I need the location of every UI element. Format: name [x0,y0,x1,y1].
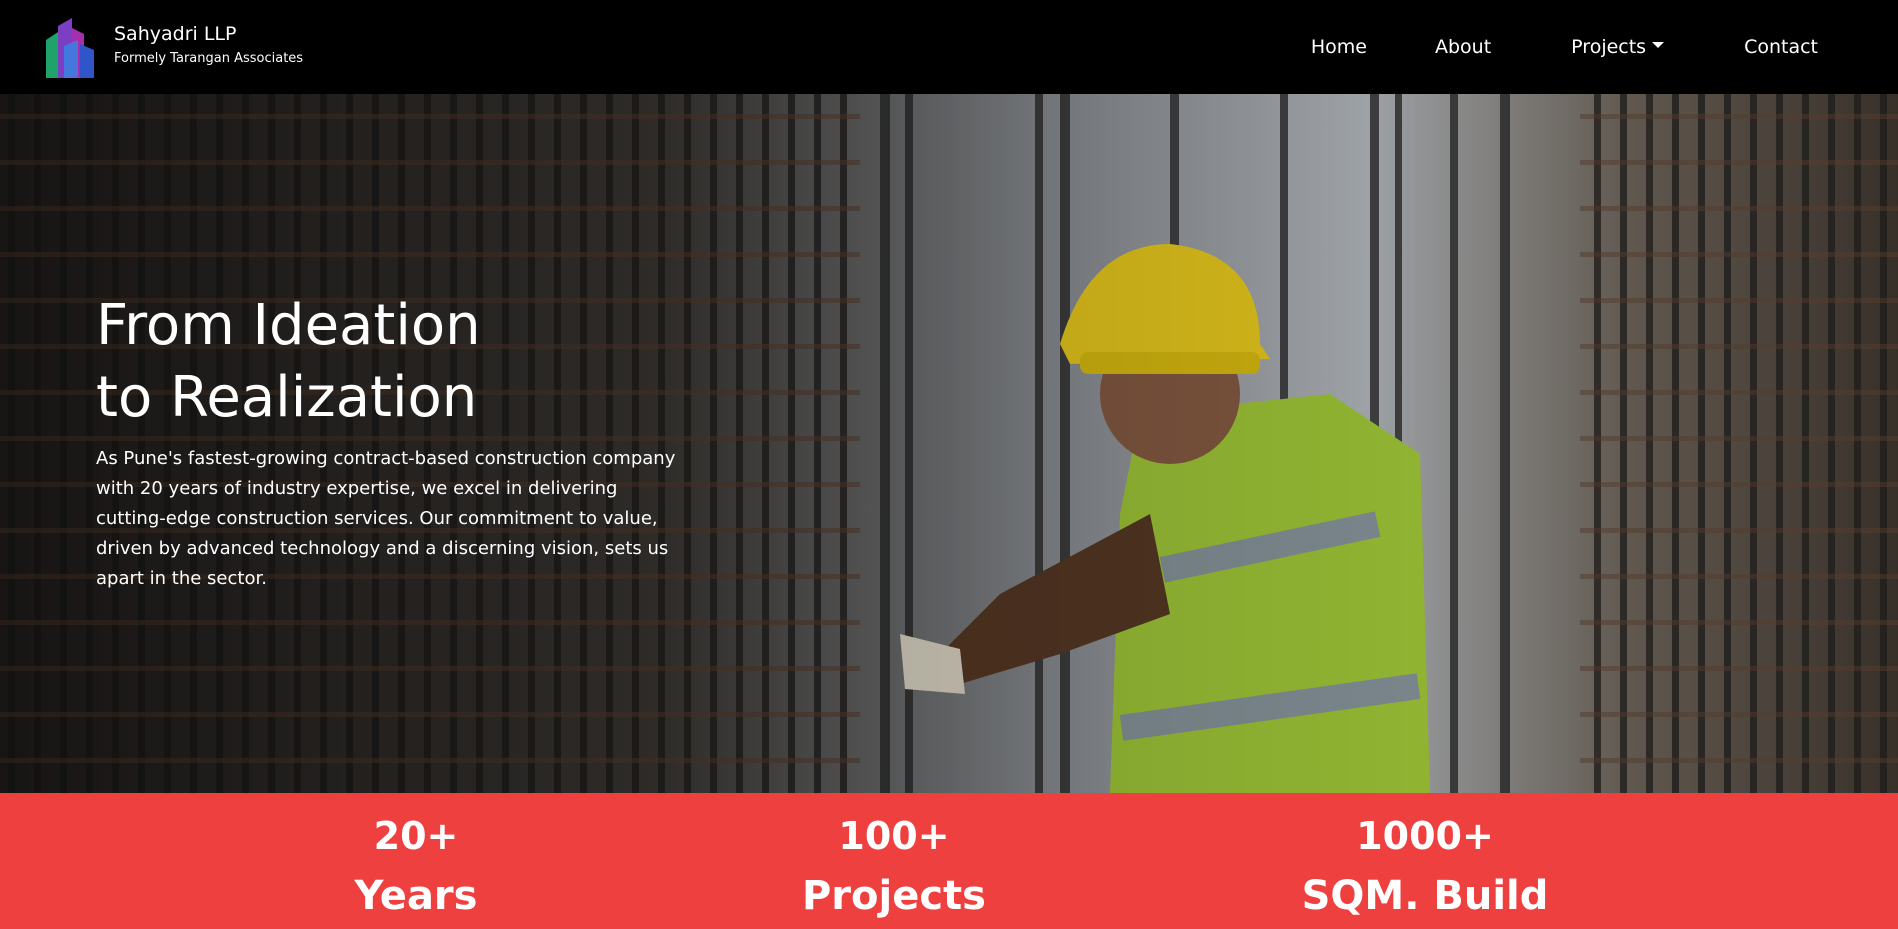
caret-down-icon [1652,42,1665,48]
hero-title: From Ideation to Realization [96,290,686,434]
stat-label: SQM. Build [1301,873,1549,919]
stat-label: Projects [801,873,986,919]
stat-sqm-build: 1000+ SQM. Build [1280,805,1570,925]
stat-years: 20+ Years [316,805,516,925]
stat-label: Years [354,873,478,919]
stat-number: 100+ [838,814,950,858]
brand-text: Sahyadri LLP Formely Tarangan Associates [114,22,303,66]
hero-title-line1: From Ideation [96,293,481,358]
hero-description: As Pune's fastest-growing contract-based… [96,448,676,589]
nav-link-home[interactable]: Home [1311,36,1367,58]
nav-projects-label: Projects [1571,36,1647,58]
main-nav: Home About Projects Contact [1311,0,1818,94]
building-logo-icon [46,18,94,78]
brand-subtitle: Formely Tarangan Associates [114,51,304,66]
stat-number: 1000+ [1356,814,1494,858]
hero-title-line2: to Realization [96,365,478,430]
stat-projects: 100+ Projects [764,805,1024,925]
navbar: Sahyadri LLP Formely Tarangan Associates… [0,0,1898,94]
brand-link[interactable]: Sahyadri LLP Formely Tarangan Associates [44,14,303,78]
stat-number: 20+ [373,814,459,858]
brand-name: Sahyadri LLP [114,23,237,45]
hero-section: From Ideation to Realization As Pune's f… [0,94,1898,793]
nav-dropdown-projects[interactable]: Projects [1571,36,1665,58]
nav-link-contact[interactable]: Contact [1744,36,1818,58]
stats-section: 20+ Years 100+ Projects 1000+ SQM. Build [0,793,1898,929]
hero-content: From Ideation to Realization As Pune's f… [96,290,686,594]
nav-link-about[interactable]: About [1435,36,1491,58]
